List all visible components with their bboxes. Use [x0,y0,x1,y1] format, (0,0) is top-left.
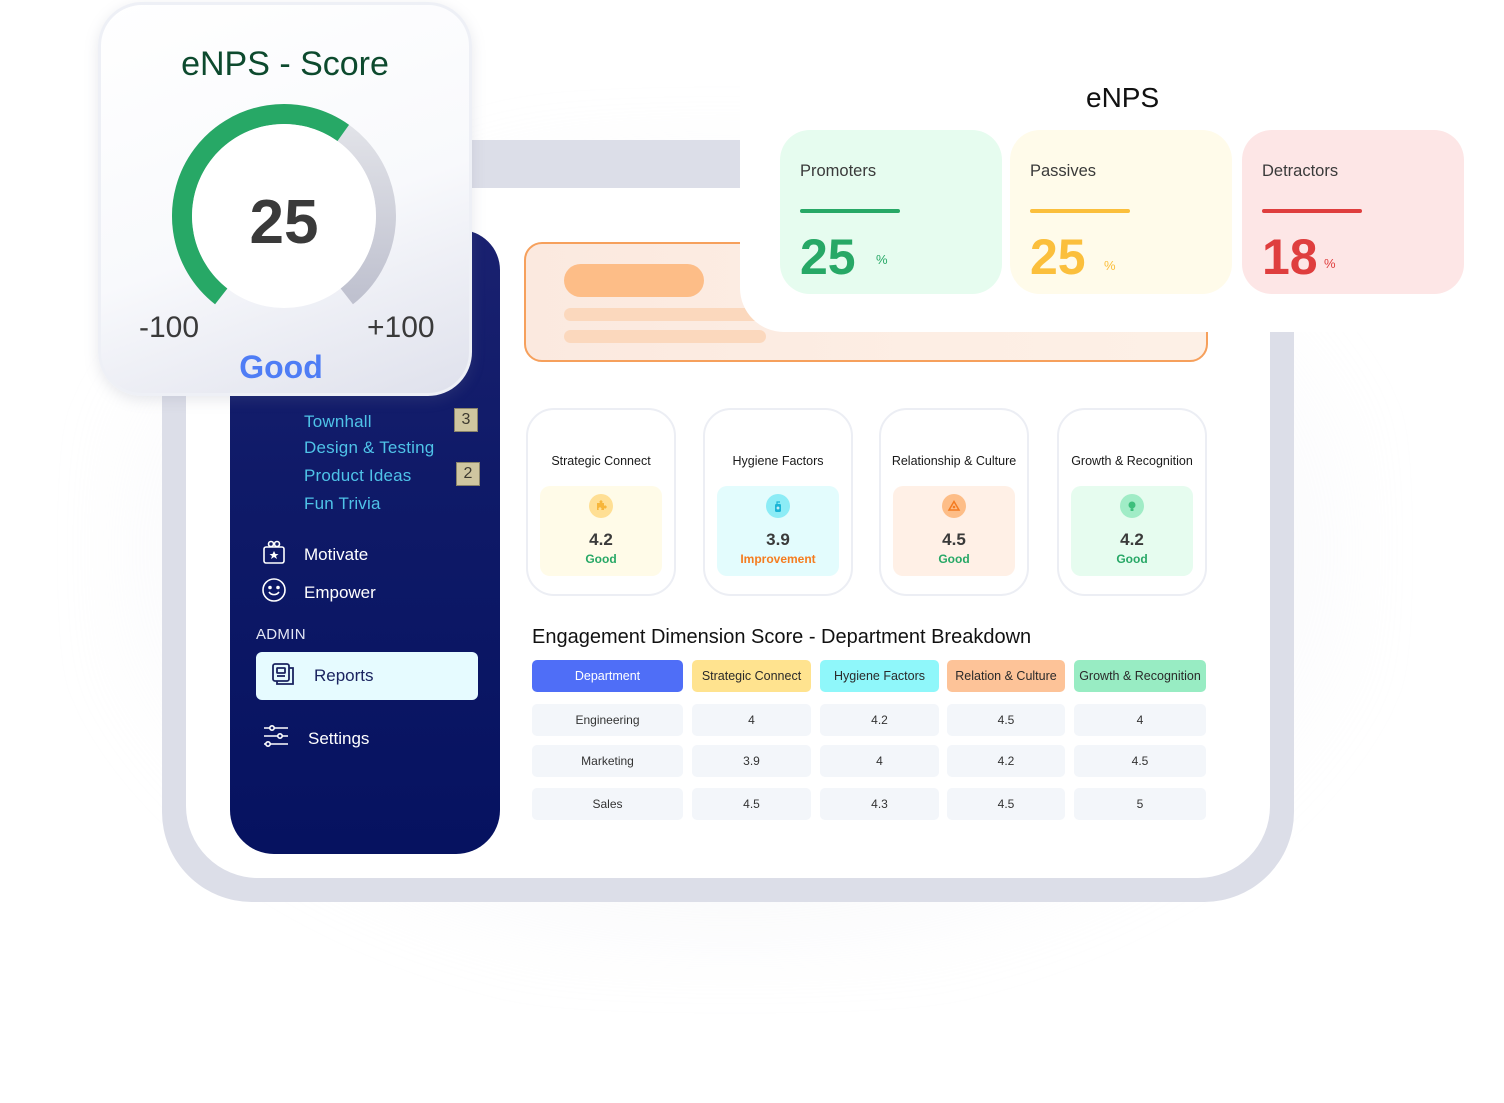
enps-card-unit: % [876,252,888,267]
dimension-card-relationship-culture[interactable]: Relationship & Culture 4.5 Good [879,408,1029,596]
dimension-card-hygiene-factors[interactable]: Hygiene Factors 3.9 Improvement [703,408,853,596]
dimension-card-strategic-connect[interactable]: Strategic Connect 4.2 Good [526,408,676,596]
dimension-status: Good [585,552,617,566]
table-cell: 5 [1074,788,1206,820]
dimension-score: 4.2 [1120,530,1144,549]
puzzle-icon [589,494,613,518]
dimension-title: Strategic Connect [551,454,651,468]
table-row-department: Sales [532,788,683,820]
gauge-title: eNPS - Score [181,45,389,83]
banner-title-placeholder [564,264,704,297]
gauge-max-label: +100 [367,311,435,344]
sidebar-subitem-design-testing[interactable]: Design & Testing [304,438,434,458]
sidebar-subitem-townhall[interactable]: Townhall [304,412,372,432]
enps-title: eNPS [1086,82,1160,113]
sidebar-item-motivate[interactable]: Motivate [260,538,368,571]
enps-card-label: Passives [1030,162,1097,180]
dimension-status: Improvement [740,552,816,566]
gift-icon [260,538,288,571]
banner-line-placeholder [564,330,766,343]
dimension-title: Growth & Recognition [1071,454,1193,468]
table-cell: 4.3 [820,788,939,820]
admin-section-label: ADMIN [256,626,306,643]
sidebar-item-reports[interactable]: Reports [256,652,478,700]
detractors-card: Detractors 18 % [1242,130,1464,294]
table-cell: 4.5 [1074,745,1206,777]
promoters-card: Promoters 25 % [780,130,1002,294]
table-cell: 4.5 [947,788,1065,820]
dimension-title: Hygiene Factors [732,454,824,468]
enps-card-value: 25 [800,229,856,285]
enps-card-unit: % [1104,258,1116,273]
dimension-score-box: 4.2 Good [540,486,662,576]
triangle-people-icon [942,494,966,518]
table-cell: 4 [1074,704,1206,736]
sidebar-item-label: Empower [304,582,376,602]
dimension-status: Good [1116,552,1148,566]
gauge-min-label: -100 [139,311,200,344]
gauge-value: 25 [249,188,319,257]
dimension-title: Relationship & Culture [891,454,1017,468]
table-cell: 4 [820,745,939,777]
sidebar-item-empower[interactable]: Empower [260,576,376,609]
sidebar-item-label: Reports [314,666,374,685]
table-header-department[interactable]: Department [532,660,683,692]
reports-icon [270,661,296,692]
sanitizer-icon [766,494,790,518]
dimension-score-box: 4.2 Good [1071,486,1193,576]
table-row-department: Engineering [532,704,683,736]
table-cell: 4 [692,704,811,736]
table-title: Engagement Dimension Score - Department … [532,626,1032,648]
table-cell: 4.5 [692,788,811,820]
enps-card-label: Promoters [800,162,877,180]
sidebar-subitem-fun-trivia[interactable]: Fun Trivia [304,494,381,514]
gauge-status: Good [239,349,323,385]
dimension-score: 4.5 [942,530,966,549]
sliders-icon [262,722,290,755]
dimension-score-box: 3.9 Improvement [717,486,839,576]
dimension-status: Good [938,552,970,566]
enps-score-card: eNPS - Score 25 -100 +100 Good [98,2,472,396]
enps-card-value: 25 [1030,229,1086,285]
enps-card-bar [1030,209,1130,213]
dimension-score-box: 4.5 Good [893,486,1015,576]
sidebar-subitem-product-ideas[interactable]: Product Ideas [304,466,412,486]
passives-card: Passives 25 % [1010,130,1232,294]
dimension-score: 3.9 [766,530,790,549]
enps-card-unit: % [1324,256,1336,271]
enps-card-bar [1262,209,1362,213]
enps-card-label: Detractors [1262,162,1339,180]
table-cell: 4.5 [947,704,1065,736]
sidebar-item-label: Settings [308,728,370,748]
table-header-relation-culture[interactable]: Relation & Culture [947,660,1065,692]
dimension-score: 4.2 [589,530,613,549]
smile-icon [260,576,288,609]
sidebar-item-label: Motivate [304,544,369,564]
dimension-card-growth-recognition[interactable]: Growth & Recognition 4.2 Good [1057,408,1207,596]
table-header-strategic-connect[interactable]: Strategic Connect [692,660,811,692]
table-header-growth-recognition[interactable]: Growth & Recognition [1074,660,1206,692]
enps-card-value: 18 [1262,229,1318,285]
table-header-hygiene-factors[interactable]: Hygiene Factors [820,660,939,692]
table-cell: 4.2 [947,745,1065,777]
enps-card-bar [800,209,900,213]
bulb-icon [1120,494,1144,518]
table-cell: 3.9 [692,745,811,777]
table-cell: 4.2 [820,704,939,736]
sidebar-item-settings[interactable]: Settings [262,722,369,755]
product-ideas-badge: 2 [456,462,480,486]
table-row-department: Marketing [532,745,683,777]
townhall-badge: 3 [454,408,478,432]
